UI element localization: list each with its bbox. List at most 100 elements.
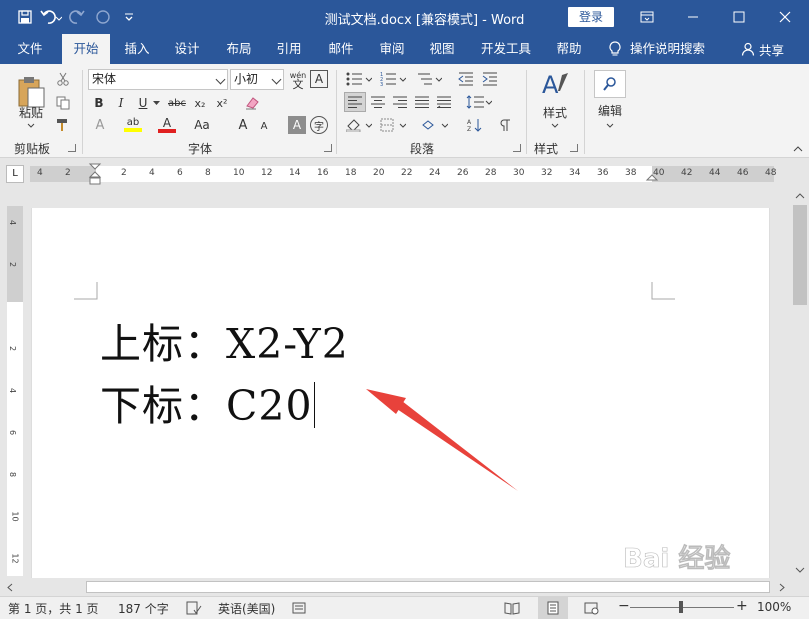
scroll-left-icon[interactable] [4,581,16,594]
bullets-icon[interactable] [344,70,374,88]
superscript-button[interactable]: x² [212,94,232,112]
scroll-right-icon[interactable] [776,581,788,594]
read-mode-icon[interactable] [504,601,520,615]
cut-icon[interactable] [54,70,72,88]
tab-insert[interactable]: 插入 [116,34,158,64]
collapse-ribbon-icon[interactable] [792,144,804,154]
clipboard-launcher-icon[interactable] [68,144,76,152]
format-painter-icon[interactable] [54,116,72,134]
zoom-slider-thumb[interactable] [679,601,683,613]
line-spacing-icon[interactable] [464,92,494,112]
align-left-icon[interactable] [344,92,366,112]
vertical-ruler-tick-label: 12 [10,553,20,564]
horizontal-scroll-thumb[interactable] [86,581,770,593]
text-effects-glyph: A [95,117,105,133]
strikethrough-button[interactable]: abc [166,94,188,112]
tab-home[interactable]: 开始 [62,34,110,64]
tab-view[interactable]: 视图 [421,34,463,64]
bold-button[interactable]: B [90,94,108,112]
align-right-icon[interactable] [390,92,410,112]
document-line-superscript[interactable]: 上标：X2-Y2 [100,310,349,370]
zoom-level[interactable]: 100% [757,600,791,614]
numbering-icon[interactable]: 123 [378,70,408,88]
show-marks-icon[interactable] [496,116,514,134]
page-count[interactable]: 第 1 页，共 1 页 [8,600,99,617]
text-effects-button[interactable]: A [90,116,110,134]
first-line-indent-marker[interactable] [88,163,102,185]
italic-button[interactable]: I [112,94,130,112]
styles-button-label[interactable]: 样式 [536,104,574,120]
zoom-in-button[interactable]: + [736,598,748,614]
ribbon-tabs: 文件 开始 插入 设计 布局 引用 邮件 审阅 视图 开发工具 帮助 操作说明搜… [0,34,809,64]
character-border-button[interactable]: A [310,70,328,88]
document-line-subscript[interactable]: 下标：C20 [100,372,313,432]
underline-button[interactable]: U [134,94,152,112]
tell-me-search[interactable]: 操作说明搜索 [608,34,705,64]
styles-launcher-icon[interactable] [570,144,578,152]
font-color-button[interactable]: A [156,116,178,134]
login-button[interactable]: 登录 [568,7,614,27]
enclose-characters-button[interactable]: 字 [310,116,328,134]
tab-selector[interactable]: L [6,165,24,183]
accessibility-icon[interactable] [292,601,306,615]
close-icon[interactable] [762,0,808,34]
tab-review[interactable]: 审阅 [371,34,413,64]
vertical-scroll-thumb[interactable] [793,205,807,305]
decrease-indent-icon[interactable] [456,70,476,88]
shrink-font-button[interactable]: A [256,118,272,134]
phonetic-guide-button[interactable]: wén 文 [288,69,308,91]
svg-text:A: A [542,71,559,99]
share-button[interactable]: 共享 [741,34,784,64]
find-icon[interactable] [594,70,626,98]
editing-dropdown-icon[interactable] [605,121,615,129]
print-layout-button[interactable] [538,597,568,619]
increase-indent-icon[interactable] [480,70,500,88]
tab-layout[interactable]: 布局 [218,34,260,64]
tab-references[interactable]: 引用 [268,34,310,64]
ruler-tick-label: 12 [261,168,273,178]
language-indicator[interactable]: 英语(美国) [218,600,275,617]
clear-formatting-icon[interactable] [242,94,262,112]
borders-icon[interactable] [378,116,408,134]
proofing-icon[interactable] [186,601,202,615]
tab-help[interactable]: 帮助 [548,34,590,64]
underline-dropdown-icon[interactable] [152,96,160,110]
tab-design[interactable]: 设计 [166,34,208,64]
paste-label[interactable]: 粘贴 [12,104,50,120]
copy-icon[interactable] [54,94,72,112]
chinese-layout-icon[interactable] [420,116,450,134]
sort-icon[interactable]: AZ [464,116,486,134]
word-count[interactable]: 187 个字 [118,600,169,617]
tab-file[interactable]: 文件 [8,34,52,64]
styles-icon[interactable]: A [536,70,574,100]
character-shading-button[interactable]: A [288,116,306,134]
subscript-button[interactable]: x₂ [190,94,210,112]
tab-mailings[interactable]: 邮件 [320,34,362,64]
scroll-up-icon[interactable] [793,190,807,202]
scroll-down-icon[interactable] [793,564,807,576]
paragraph-launcher-icon[interactable] [513,144,521,152]
font-name-combo[interactable]: 宋体 [88,69,228,90]
minimize-icon[interactable] [670,0,716,34]
svg-text:Z: Z [467,126,471,132]
ribbon-display-options-icon[interactable] [624,0,670,34]
web-layout-icon[interactable] [584,601,600,615]
font-size-combo[interactable]: 小初 [230,69,284,90]
group-divider [336,70,337,154]
maximize-icon[interactable] [716,0,762,34]
paste-dropdown-icon[interactable] [26,121,36,129]
change-case-button[interactable]: Aa [190,116,214,134]
tab-developer[interactable]: 开发工具 [474,34,538,64]
distributed-icon[interactable] [434,92,454,112]
font-launcher-icon[interactable] [324,144,332,152]
shading-icon[interactable] [344,116,374,134]
zoom-out-button[interactable]: − [618,598,630,614]
highlight-button[interactable]: ab [122,116,144,134]
grow-font-button[interactable]: A [234,116,252,134]
styles-dropdown-icon[interactable] [550,121,560,129]
multilevel-list-icon[interactable] [414,70,444,88]
editing-button-label[interactable]: 编辑 [590,102,630,118]
ruler-tick-label: 4 [149,168,155,178]
align-center-icon[interactable] [368,92,388,112]
justify-icon[interactable] [412,92,432,112]
